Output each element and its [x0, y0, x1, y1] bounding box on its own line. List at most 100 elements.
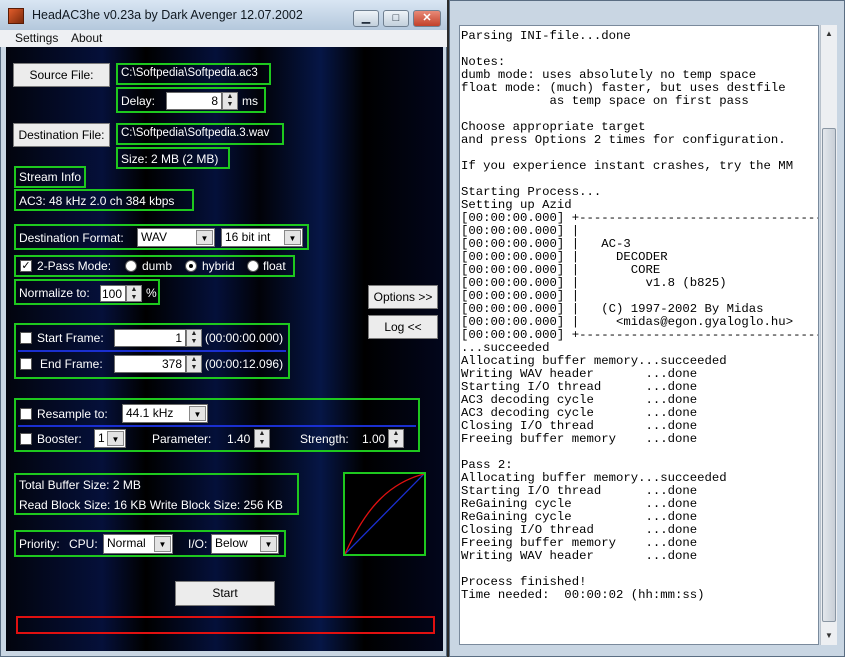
start-frame-input[interactable]: 1	[114, 329, 186, 347]
destination-file-button[interactable]: Destination File:	[13, 123, 110, 147]
chevron-down-icon[interactable]: ▼	[107, 431, 124, 446]
curve-linear	[345, 474, 424, 554]
parameter-label: Parameter:	[152, 432, 212, 446]
two-pass-label: 2-Pass Mode:	[37, 259, 112, 273]
normalize-input[interactable]: 100	[100, 285, 126, 302]
menu-settings[interactable]: Settings	[15, 31, 58, 45]
destination-path-box: C:\Softpedia\Softpedia.3.wav	[116, 123, 284, 145]
two-pass-checkbox[interactable]: ✓	[20, 260, 32, 272]
parameter-stepper[interactable]: ▲ ▼	[254, 429, 270, 448]
source-path-box: C:\Softpedia\Softpedia.ac3	[116, 63, 271, 85]
parameter-value: 1.40	[227, 432, 251, 446]
menu-bar: Settings About	[0, 30, 447, 47]
log-button[interactable]: Log <<	[368, 315, 438, 339]
log-content: Parsing INI-file...done Notes: dumb mode…	[461, 29, 819, 602]
format-select[interactable]: WAV ▼	[137, 228, 215, 247]
frames-box: Start Frame: 1 ▲ ▼ (00:00:00.000) End Fra…	[14, 323, 290, 379]
window-title: HeadAC3he v0.23a by Dark Avenger 12.07.2…	[32, 8, 303, 22]
resample-checkbox[interactable]	[20, 408, 32, 420]
strength-stepper[interactable]: ▲ ▼	[388, 429, 404, 448]
stream-info: AC3: 48 kHz 2.0 ch 384 kbps	[19, 194, 175, 208]
format-label: Destination Format:	[19, 231, 124, 245]
minimize-button[interactable]: ▁	[353, 10, 379, 27]
end-frame-input[interactable]: 378	[114, 355, 186, 373]
spin-up-icon[interactable]: ▲	[255, 430, 269, 439]
spin-up-icon[interactable]: ▲	[187, 330, 201, 338]
block-sizes: Read Block Size: 16 KB Write Block Size:…	[19, 498, 283, 512]
start-frame-time: (00:00:00.000)	[205, 331, 284, 345]
spin-up-icon[interactable]: ▲	[187, 356, 201, 364]
total-buffer-size: Total Buffer Size: 2 MB	[19, 478, 141, 492]
radio-dumb[interactable]	[125, 260, 137, 272]
main-panel: Source File: C:\Softpedia\Softpedia.ac3 …	[6, 47, 443, 651]
io-priority-select[interactable]: Below ▼	[211, 534, 279, 554]
chevron-down-icon[interactable]: ▼	[189, 406, 206, 421]
scroll-down-icon[interactable]: ▼	[822, 629, 836, 643]
radio-float[interactable]	[247, 260, 259, 272]
spin-down-icon[interactable]: ▼	[255, 439, 269, 448]
spin-up-icon[interactable]: ▲	[127, 286, 141, 294]
cpu-priority-select[interactable]: Normal ▼	[103, 534, 173, 554]
divider	[18, 425, 416, 427]
start-frame-stepper[interactable]: ▲ ▼	[186, 329, 202, 347]
app-icon[interactable]	[8, 8, 24, 24]
scroll-up-icon[interactable]: ▲	[822, 27, 836, 41]
destination-path: C:\Softpedia\Softpedia.3.wav	[121, 127, 270, 139]
chevron-down-icon[interactable]: ▼	[196, 230, 213, 245]
stream-info-label-box: Stream Info	[14, 166, 86, 188]
delay-input[interactable]: 8	[166, 92, 222, 110]
radio-hybrid[interactable]	[185, 260, 197, 272]
booster-curve	[343, 472, 426, 556]
end-frame-checkbox[interactable]	[20, 358, 32, 370]
radio-float-label: float	[263, 259, 286, 273]
resample-select[interactable]: 44.1 kHz ▼	[122, 404, 208, 423]
normalize-label: Normalize to:	[19, 286, 90, 300]
cpu-label: CPU:	[69, 537, 98, 551]
start-button[interactable]: Start	[175, 581, 275, 606]
spin-down-icon[interactable]: ▼	[187, 364, 201, 372]
close-button[interactable]: ✕	[413, 10, 441, 27]
menu-about[interactable]: About	[71, 31, 102, 45]
cpu-priority-value: Normal	[107, 536, 146, 550]
io-priority-value: Below	[215, 536, 248, 550]
chevron-down-icon[interactable]: ▼	[260, 536, 277, 552]
size-text: Size: 2 MB (2 MB)	[121, 152, 219, 166]
scrollbar-thumb[interactable]	[822, 128, 836, 622]
stream-info-label: Stream Info	[19, 170, 82, 184]
booster-checkbox[interactable]	[20, 433, 32, 445]
source-file-button[interactable]: Source File:	[13, 63, 110, 87]
format-value: WAV	[141, 230, 167, 244]
delay-box: Delay: 8 ▲ ▼ ms	[116, 87, 266, 113]
spin-down-icon[interactable]: ▼	[187, 338, 201, 346]
start-frame-checkbox[interactable]	[20, 332, 32, 344]
source-path: C:\Softpedia\Softpedia.ac3	[121, 67, 258, 79]
log-text-area[interactable]: Parsing INI-file...done Notes: dumb mode…	[459, 25, 819, 645]
spin-down-icon[interactable]: ▼	[223, 101, 237, 109]
chevron-down-icon[interactable]: ▼	[154, 536, 171, 552]
start-frame-label: Start Frame:	[37, 331, 104, 345]
bit-depth-select[interactable]: 16 bit int ▼	[221, 228, 303, 247]
delay-unit: ms	[242, 94, 258, 108]
spin-down-icon[interactable]: ▼	[127, 294, 141, 302]
spin-up-icon[interactable]: ▲	[389, 430, 403, 439]
end-frame-label: End Frame:	[40, 357, 103, 371]
normalize-box: Normalize to: 100 ▲ ▼ %	[14, 279, 160, 305]
buffer-box: Total Buffer Size: 2 MB Read Block Size:…	[14, 473, 299, 515]
options-button[interactable]: Options >>	[368, 285, 438, 309]
booster-select[interactable]: 1 ▼	[94, 429, 126, 448]
spin-down-icon[interactable]: ▼	[389, 439, 403, 448]
normalize-stepper[interactable]: ▲ ▼	[126, 285, 142, 302]
end-frame-stepper[interactable]: ▲ ▼	[186, 355, 202, 373]
spin-up-icon[interactable]: ▲	[223, 93, 237, 101]
resample-box: Resample to: 44.1 kHz ▼ Booster: 1 ▼ Param…	[14, 398, 420, 452]
booster-value: 1	[98, 431, 105, 445]
maximize-button[interactable]: □	[383, 10, 409, 27]
divider	[18, 350, 286, 352]
chevron-down-icon[interactable]: ▼	[284, 230, 301, 245]
radio-hybrid-label: hybrid	[202, 259, 235, 273]
curve-plot	[345, 474, 424, 554]
delay-stepper[interactable]: ▲ ▼	[222, 92, 238, 110]
resample-value: 44.1 kHz	[126, 406, 174, 420]
io-label: I/O:	[188, 537, 208, 551]
normalize-unit: %	[146, 286, 157, 300]
